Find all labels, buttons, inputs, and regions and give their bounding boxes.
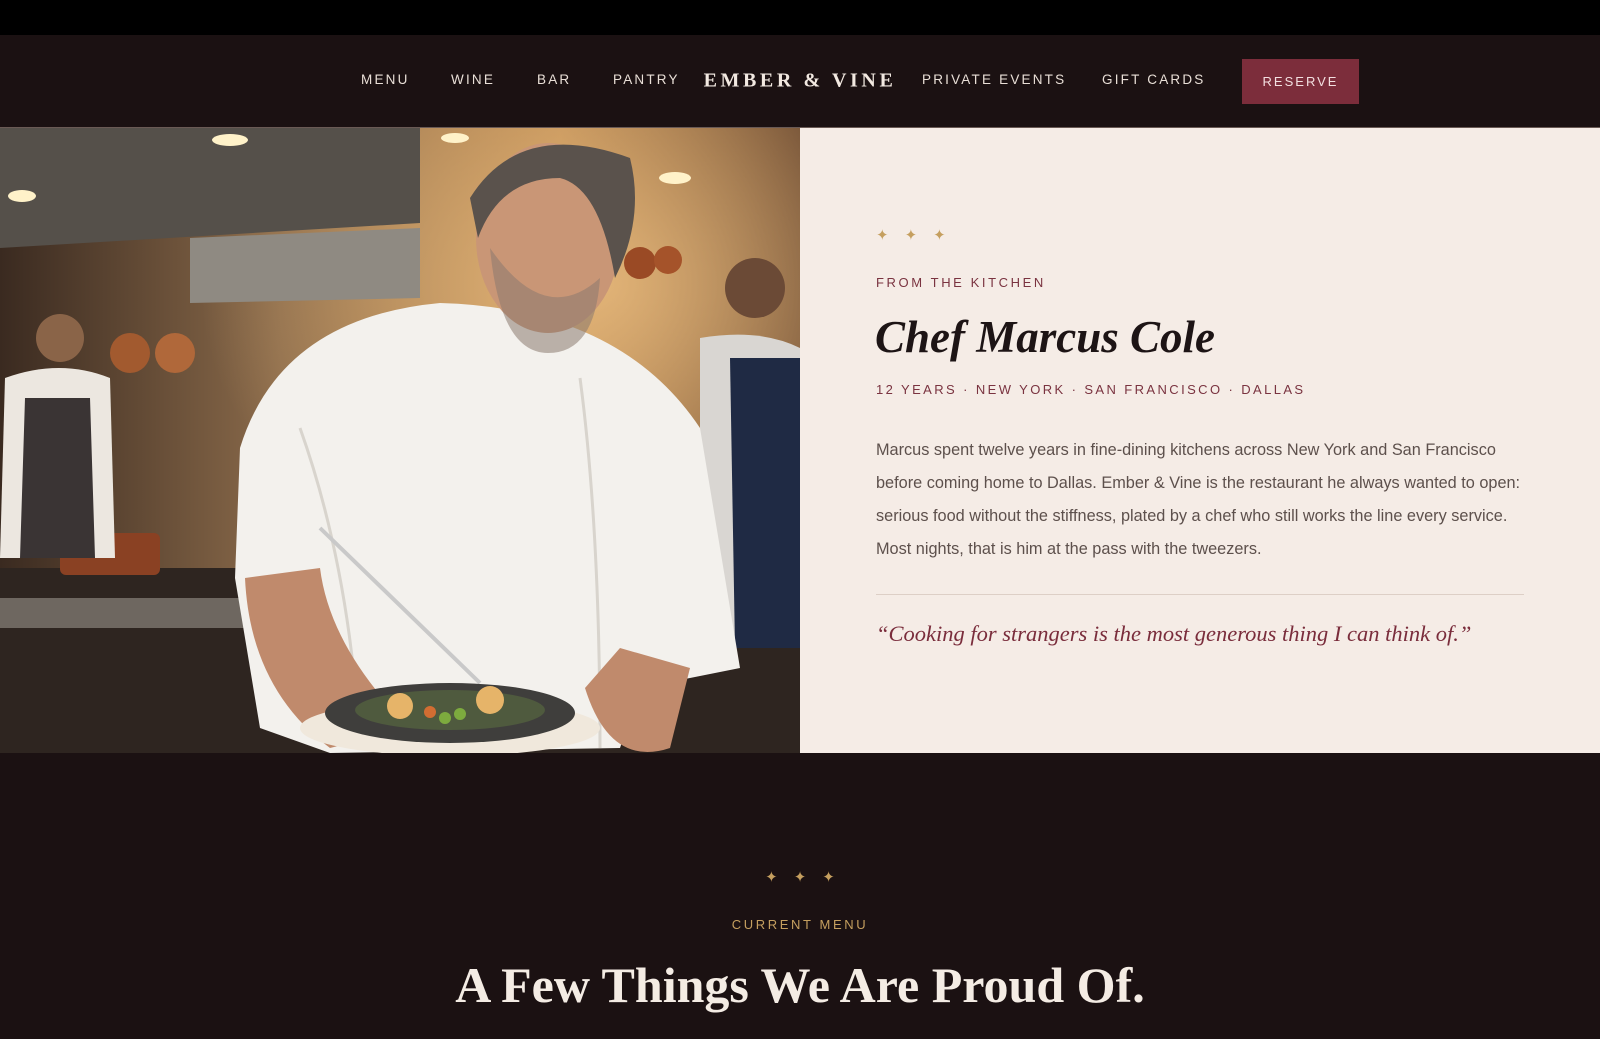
nav-link-wine[interactable]: WINE <box>451 72 495 87</box>
section-eyebrow: CURRENT MENU <box>731 917 869 932</box>
chef-section: ✦✦✦ FROM THE KITCHEN Chef Marcus Cole 12… <box>0 128 1600 753</box>
main-nav: MENU WINE BAR PANTRY EMBER & VINE PRIVAT… <box>0 35 1600 128</box>
chef-meta: 12 YEARS · NEW YORK · SAN FRANCISCO · DA… <box>876 382 1306 397</box>
star-ornament-icon: ✦✦✦ <box>876 227 962 244</box>
nav-link-gift-cards[interactable]: GIFT CARDS <box>1102 72 1206 87</box>
nav-link-menu[interactable]: MENU <box>361 72 410 87</box>
chef-name-heading: Chef Marcus Cole <box>875 312 1216 362</box>
browser-top-bar <box>0 0 1600 35</box>
brand-logo[interactable]: EMBER & VINE <box>704 70 897 93</box>
nav-link-private-events[interactable]: PRIVATE EVENTS <box>922 72 1066 87</box>
section-eyebrow: FROM THE KITCHEN <box>876 275 1046 290</box>
chef-quote: “Cooking for strangers is the most gener… <box>876 621 1472 646</box>
current-menu-section: ✦✦✦ CURRENT MENU A Few Things We Are Pro… <box>0 753 1600 1039</box>
chef-bio-text: Marcus spent twelve years in fine-dining… <box>876 441 1521 558</box>
menu-section-heading: A Few Things We Are Proud Of. <box>455 957 1145 1013</box>
nav-link-bar[interactable]: BAR <box>537 72 571 87</box>
reserve-button[interactable]: RESERVE <box>1242 59 1359 104</box>
nav-link-pantry[interactable]: PANTRY <box>613 72 680 87</box>
chef-photo <box>0 128 800 753</box>
chef-bio-panel: ✦✦✦ FROM THE KITCHEN Chef Marcus Cole 12… <box>800 128 1600 753</box>
divider <box>876 594 1524 595</box>
star-ornament-icon: ✦✦✦ <box>765 869 851 886</box>
